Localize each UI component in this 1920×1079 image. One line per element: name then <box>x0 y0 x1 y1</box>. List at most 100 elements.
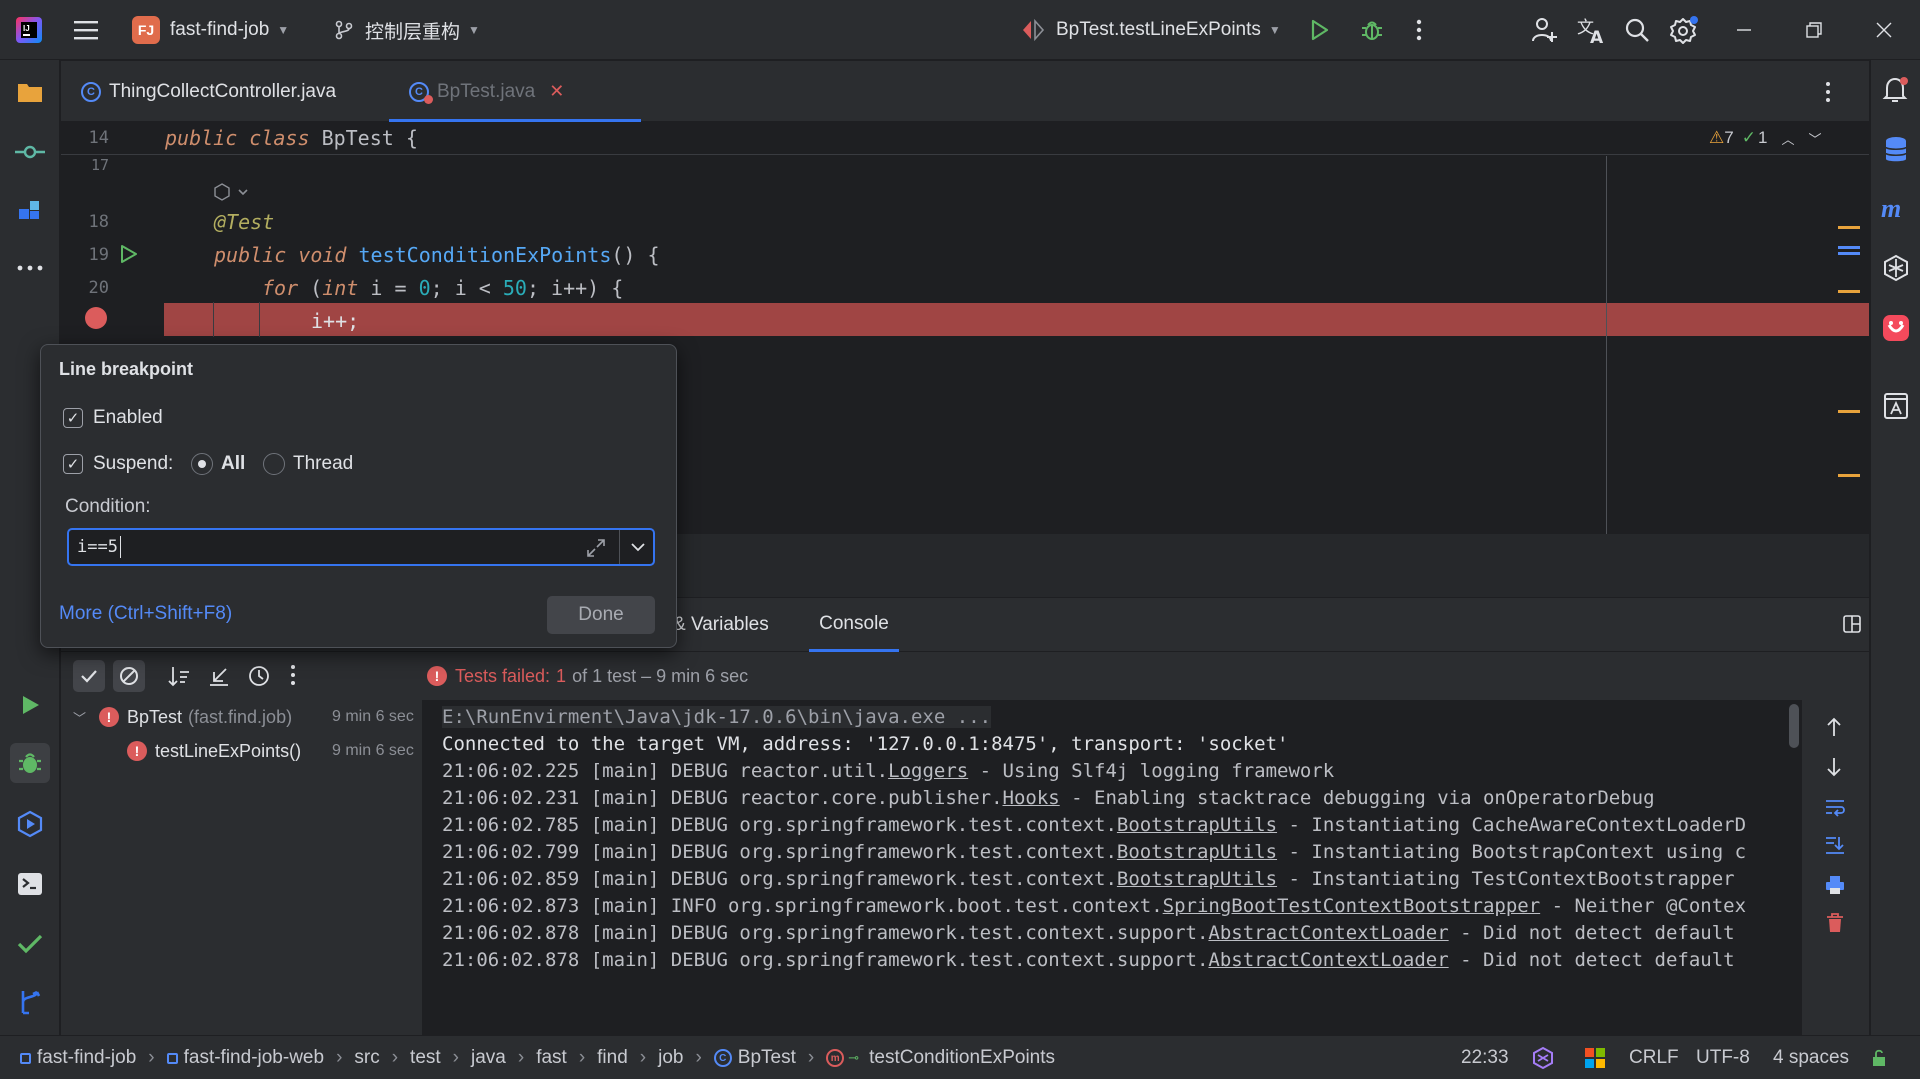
expand-icon[interactable] <box>585 537 607 564</box>
breadcrumb-item[interactable]: job <box>658 1047 683 1069</box>
search-icon[interactable] <box>1623 0 1651 60</box>
debug-tool-icon[interactable] <box>10 743 50 783</box>
problems-check-icon[interactable] <box>10 924 50 964</box>
chevron-down-icon[interactable]: ﹀ <box>73 708 93 727</box>
git-icon[interactable] <box>10 982 50 1022</box>
breadcrumb-item[interactable]: BpTest <box>738 1047 796 1069</box>
console-scrollbar[interactable] <box>1789 704 1799 748</box>
suspend-checkbox[interactable]: ✓ Suspend: <box>63 453 173 475</box>
error-stripe-marker[interactable] <box>1838 290 1860 293</box>
ai-hint-icon[interactable] <box>213 182 253 207</box>
settings-gear-icon[interactable] <box>1668 0 1700 60</box>
run-test-gutter-icon[interactable] <box>117 243 139 270</box>
run-tool-icon[interactable] <box>10 685 50 725</box>
error-stripe-marker[interactable] <box>1838 226 1860 229</box>
plugin-app-icon[interactable] <box>1876 308 1916 348</box>
breadcrumb-item[interactable]: java <box>471 1047 506 1069</box>
project-folder-icon[interactable] <box>10 72 50 112</box>
arrow-up-icon[interactable] <box>1824 716 1844 743</box>
breadcrumb-item[interactable]: fast-find-job <box>37 1047 136 1069</box>
breadcrumb-item[interactable]: test <box>410 1047 441 1069</box>
notifications-bell-icon[interactable] <box>1876 70 1916 110</box>
done-button[interactable]: Done <box>547 596 655 634</box>
readonly-lock-icon[interactable] <box>1870 1036 1890 1079</box>
more-link[interactable]: More (Ctrl+Shift+F8) <box>59 603 232 625</box>
close-tab-icon[interactable]: ✕ <box>549 81 564 102</box>
layout-settings-icon[interactable] <box>1842 614 1862 639</box>
line-separator[interactable]: CRLF <box>1629 1036 1679 1079</box>
module-icon <box>20 1052 31 1064</box>
console-output[interactable]: E:\RunEnvirment\Java\jdk-17.0.6\bin\java… <box>424 700 1802 1035</box>
trash-icon[interactable] <box>1824 912 1846 939</box>
windows-logo-icon[interactable] <box>1584 1036 1606 1079</box>
indent-setting[interactable]: 4 spaces <box>1773 1036 1849 1079</box>
all-label: All <box>221 453 246 474</box>
history-dropdown-icon[interactable] <box>629 538 647 561</box>
close-window-icon[interactable] <box>1874 0 1894 60</box>
restore-window-icon[interactable] <box>1804 0 1824 60</box>
tree-row-test-method[interactable]: ! testLineExPoints() 9 min 6 sec <box>61 734 423 768</box>
chevron-right-icon: › <box>695 1047 702 1068</box>
tabs-more-icon[interactable] <box>1823 81 1833 108</box>
tab-label: ThingCollectController.java <box>109 80 337 102</box>
arrow-down-icon[interactable] <box>1824 756 1844 783</box>
caret-position[interactable]: 22:33 <box>1461 1036 1509 1079</box>
breadcrumb-item[interactable]: fast-find-job-web <box>184 1047 324 1069</box>
show-ignored-button[interactable] <box>113 660 145 692</box>
enabled-checkbox[interactable]: ✓ Enabled <box>63 407 163 429</box>
checkbox-checked-icon: ✓ <box>63 408 83 428</box>
tree-row-bptest[interactable]: ﹀ ! BpTest (fast.find.job) 9 min 6 sec <box>61 700 423 734</box>
debug-button[interactable] <box>1358 0 1386 60</box>
breadcrumb-item[interactable]: find <box>597 1047 628 1069</box>
code-with-me-icon[interactable] <box>1530 0 1560 60</box>
translate-icon[interactable]: 文A <box>1576 0 1608 60</box>
svg-text:IJ: IJ <box>23 24 30 33</box>
terminal-icon[interactable] <box>10 864 50 904</box>
branch-selector[interactable]: 控制层重构 ▼ <box>333 0 480 60</box>
ide-logo[interactable]: IJ <box>14 0 44 60</box>
run-config-selector[interactable]: BpTest.testLineExPoints ▼ <box>1020 0 1281 60</box>
breadcrumb-item[interactable]: src <box>354 1047 379 1069</box>
sort-icon[interactable] <box>167 664 191 693</box>
error-stripe-marker[interactable] <box>1838 252 1860 255</box>
tests-summary: of 1 test – 9 min 6 sec <box>572 665 749 686</box>
error-stripe-marker[interactable] <box>1838 246 1860 249</box>
condition-input[interactable]: i==5 <box>67 528 655 566</box>
scroll-to-end-icon[interactable] <box>1824 834 1846 861</box>
chevron-up-icon[interactable]: ︿ <box>1781 129 1794 148</box>
tab-thing-collect-controller[interactable]: C ThingCollectController.java <box>81 61 336 122</box>
services-icon[interactable] <box>10 804 50 844</box>
structure-icon[interactable] <box>10 190 50 230</box>
tab-threads-variables[interactable]: & Variables <box>673 598 769 652</box>
more-options-icon[interactable] <box>289 664 297 691</box>
tab-console[interactable]: Console <box>809 598 899 652</box>
breadcrumb-item[interactable]: testConditionExPoints <box>869 1047 1055 1069</box>
print-icon[interactable] <box>1824 874 1846 901</box>
more-tool-windows-icon[interactable] <box>10 248 50 288</box>
breakpoint-icon[interactable] <box>85 307 107 329</box>
breadcrumb-item[interactable]: fast <box>536 1047 567 1069</box>
error-stripe-marker[interactable] <box>1838 410 1860 413</box>
database-icon[interactable] <box>1876 130 1916 170</box>
error-stripe-marker[interactable] <box>1838 474 1860 477</box>
minimize-window-icon[interactable] <box>1734 0 1754 60</box>
commit-icon[interactable] <box>10 132 50 172</box>
suspend-thread-radio[interactable]: Thread <box>263 453 353 475</box>
ai-status-icon[interactable] <box>1531 1036 1555 1079</box>
main-menu-icon[interactable] <box>72 0 100 60</box>
chevron-down-icon[interactable]: ﹀ <box>1808 129 1821 148</box>
file-encoding[interactable]: UTF-8 <box>1696 1036 1750 1079</box>
suspend-all-radio[interactable]: All <box>191 453 245 475</box>
inspection-widget[interactable]: ⚠ 7 ✓ 1 ︿ ﹀ <box>1709 128 1821 148</box>
maven-icon[interactable]: m <box>1876 188 1916 228</box>
import-tests-icon[interactable] <box>207 664 231 693</box>
show-passed-button[interactable] <box>73 660 105 692</box>
text-tool-icon[interactable] <box>1876 386 1916 426</box>
ai-assistant-icon[interactable] <box>1876 248 1916 288</box>
run-button[interactable] <box>1306 0 1332 60</box>
project-selector[interactable]: FJ fast-find-job ▼ <box>132 0 289 60</box>
soft-wrap-icon[interactable] <box>1824 796 1846 823</box>
enabled-label: Enabled <box>93 407 163 428</box>
history-clock-icon[interactable] <box>247 664 271 693</box>
more-actions-icon[interactable] <box>1414 0 1424 60</box>
